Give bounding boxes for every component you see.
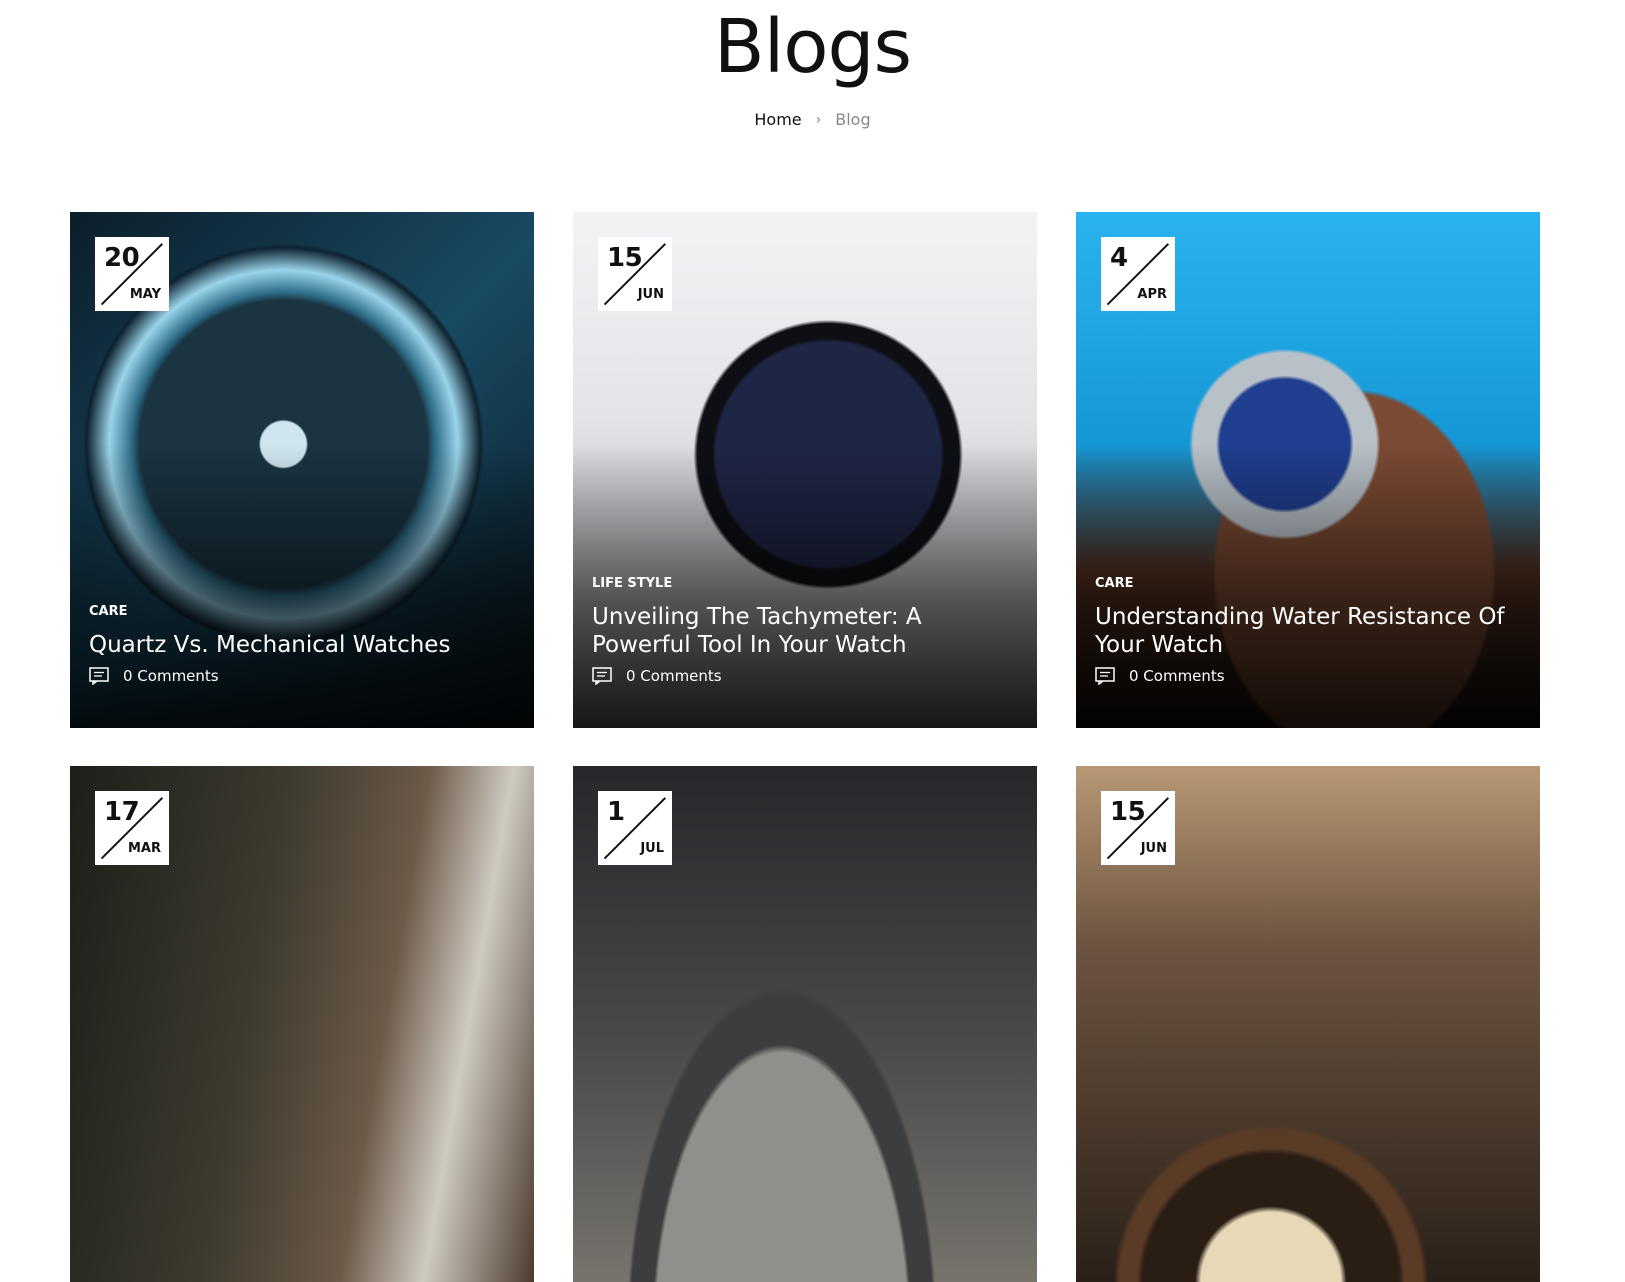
post-title[interactable]: Understanding Water Resistance Of Your W… (1095, 603, 1521, 659)
post-category[interactable]: LIFE STYLE (592, 576, 1018, 591)
blog-card[interactable]: 17 MAR (70, 766, 534, 1282)
post-day: 17 (104, 797, 140, 827)
post-title[interactable]: Quartz Vs. Mechanical Watches (89, 631, 515, 659)
post-date-badge: 15 JUN (1101, 791, 1175, 865)
post-comments[interactable]: 0 Comments (1095, 667, 1521, 685)
breadcrumb-current: Blog (835, 110, 871, 129)
blog-card[interactable]: 1 JUL (573, 766, 1037, 1282)
post-title[interactable]: Unveiling The Tachymeter: A Powerful Too… (592, 603, 1018, 659)
blog-card[interactable]: 20 MAY CARE Quartz Vs. Mechanical Watche… (70, 212, 534, 728)
post-day: 1 (607, 797, 625, 827)
post-month: JUN (1140, 841, 1167, 856)
page-header: Blogs Home › Blog (0, 0, 1625, 160)
breadcrumb-home-link[interactable]: Home (754, 110, 801, 129)
blog-card-body: CARE Quartz Vs. Mechanical Watches 0 Com… (89, 604, 515, 685)
blog-card[interactable]: 15 JUN (1076, 766, 1540, 1282)
post-day: 15 (1110, 797, 1146, 827)
comment-icon (89, 667, 109, 685)
comment-icon (592, 667, 612, 685)
post-month: APR (1137, 287, 1167, 302)
blog-card-body: CARE Understanding Water Resistance Of Y… (1095, 576, 1521, 685)
blog-card[interactable]: 4 APR CARE Understanding Water Resistanc… (1076, 212, 1540, 728)
post-category[interactable]: CARE (89, 604, 515, 619)
post-month: JUL (640, 841, 664, 856)
post-date-badge: 17 MAR (95, 791, 169, 865)
post-day: 15 (607, 243, 643, 273)
comment-icon (1095, 667, 1115, 685)
blog-card-body: LIFE STYLE Unveiling The Tachymeter: A P… (592, 576, 1018, 685)
post-comments-count: 0 Comments (1129, 667, 1225, 685)
blog-card[interactable]: 15 JUN LIFE STYLE Unveiling The Tachymet… (573, 212, 1037, 728)
post-month: MAY (129, 287, 161, 302)
breadcrumb: Home › Blog (0, 110, 1625, 129)
post-month: JUN (637, 287, 664, 302)
post-date-badge: 15 JUN (598, 237, 672, 311)
post-comments[interactable]: 0 Comments (89, 667, 515, 685)
post-comments[interactable]: 0 Comments (592, 667, 1018, 685)
post-date-badge: 4 APR (1101, 237, 1175, 311)
post-comments-count: 0 Comments (626, 667, 722, 685)
page-title: Blogs (713, 4, 912, 90)
post-day: 20 (104, 243, 140, 273)
chevron-right-icon: › (815, 111, 822, 128)
post-category[interactable]: CARE (1095, 576, 1521, 591)
post-date-badge: 1 JUL (598, 791, 672, 865)
post-month: MAR (127, 841, 161, 856)
post-date-badge: 20 MAY (95, 237, 169, 311)
post-comments-count: 0 Comments (123, 667, 219, 685)
post-day: 4 (1110, 243, 1128, 273)
